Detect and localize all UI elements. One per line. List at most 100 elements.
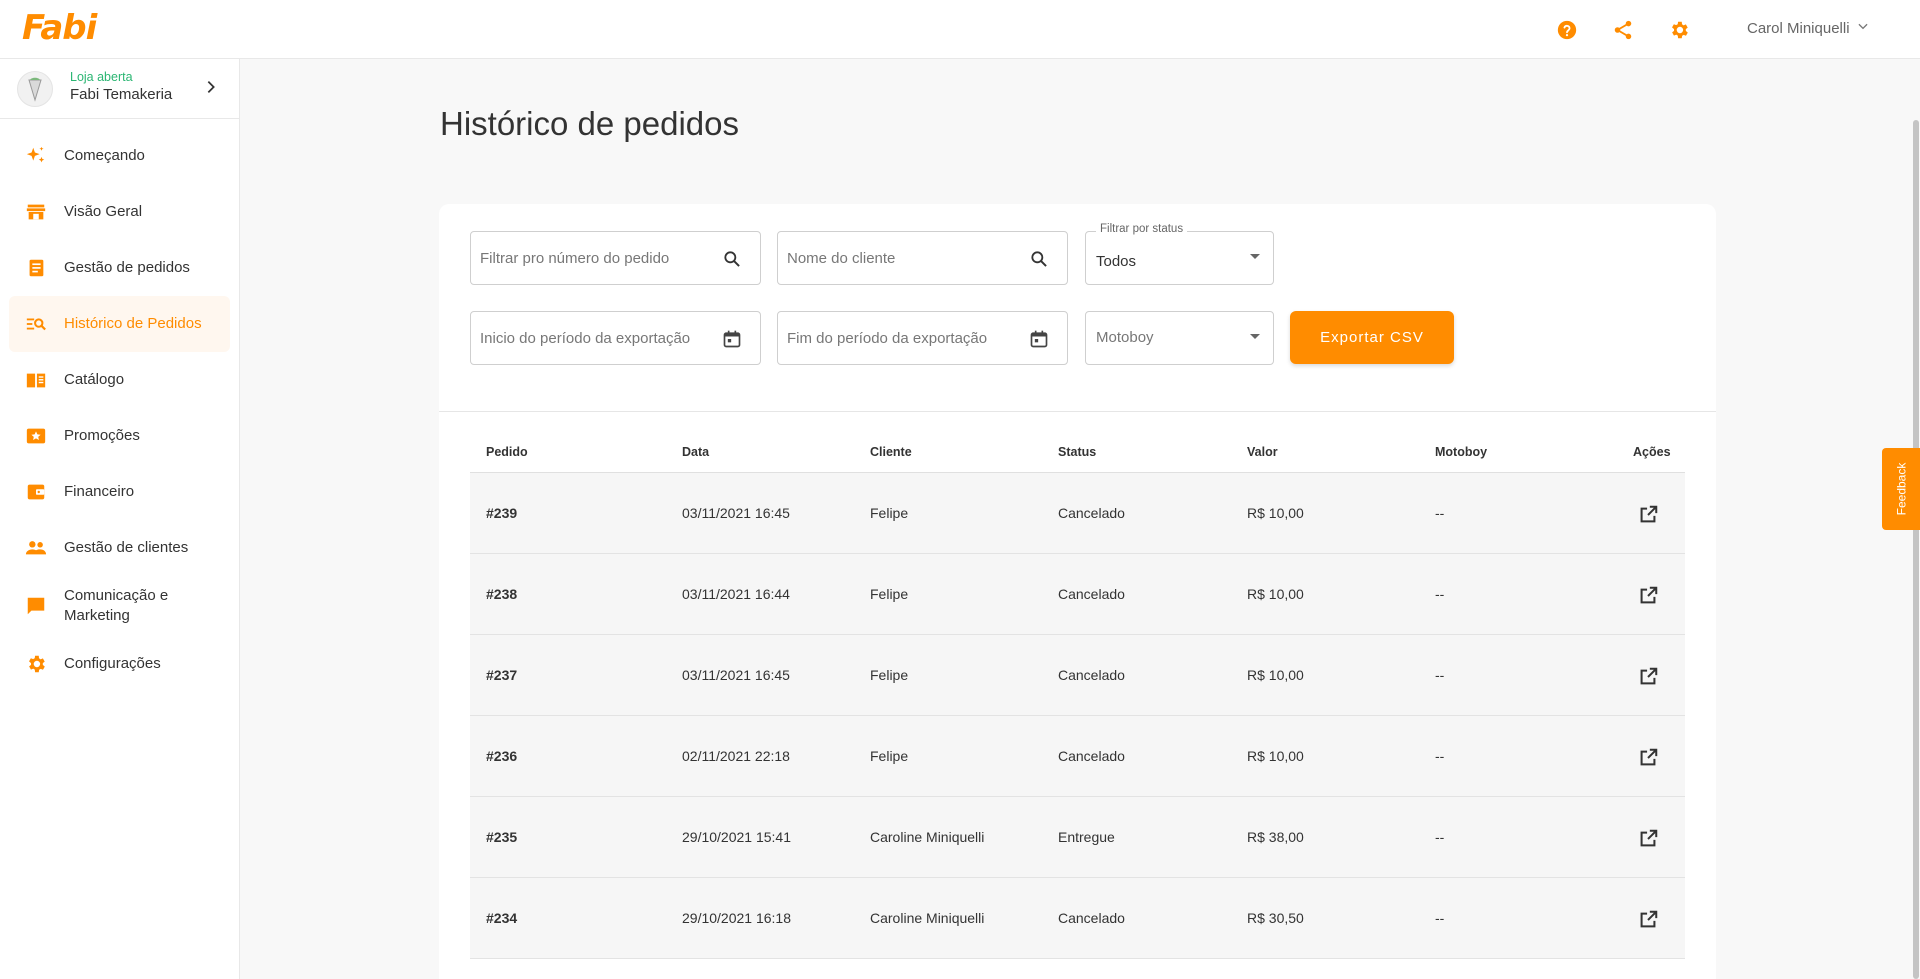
sidebar: Loja aberta Fabi Temakeria Começando Vis…	[0, 59, 240, 979]
open-in-new-icon[interactable]	[1636, 503, 1660, 527]
book-icon	[24, 368, 48, 392]
table-row[interactable]: #239 03/11/2021 16:45 Felipe Cancelado R…	[470, 473, 1685, 554]
order-date: 03/11/2021 16:45	[682, 667, 790, 683]
feedback-tab[interactable]: Feedback	[1882, 448, 1920, 530]
column-header-pedido: Pedido	[486, 445, 528, 459]
order-date: 29/10/2021 15:41	[682, 829, 791, 845]
order-status: Entregue	[1058, 829, 1115, 845]
sidebar-item-label: Financeiro	[64, 483, 135, 500]
settings-icon[interactable]	[1666, 17, 1692, 43]
order-client: Caroline Miniquelli	[870, 829, 985, 845]
column-header-motoboy: Motoboy	[1435, 445, 1488, 459]
open-in-new-icon[interactable]	[1636, 908, 1660, 932]
order-client: Felipe	[870, 667, 909, 683]
share-icon[interactable]	[1610, 17, 1636, 43]
help-icon[interactable]	[1554, 17, 1580, 43]
order-number: #235	[486, 829, 518, 845]
order-status: Cancelado	[1058, 505, 1125, 521]
open-in-new-icon[interactable]	[1636, 665, 1660, 689]
table-row[interactable]: #237 03/11/2021 16:45 Felipe Cancelado R…	[470, 635, 1685, 716]
orders-table: Pedido Data Cliente Status Valor Motoboy…	[470, 431, 1685, 959]
sidebar-item-historico[interactable]: Histórico de Pedidos	[9, 296, 230, 352]
store-avatar	[17, 71, 53, 107]
sidebar-nav: Começando Visão Geral Gestão de pedidos …	[0, 119, 239, 692]
order-value: R$ 10,00	[1247, 505, 1304, 521]
order-number-input[interactable]	[471, 232, 760, 284]
order-motoboy: --	[1435, 505, 1445, 521]
sidebar-item-financeiro[interactable]: Financeiro	[9, 464, 230, 520]
start-period-filter	[470, 311, 761, 365]
wallet-icon	[24, 480, 48, 504]
sidebar-item-visao-geral[interactable]: Visão Geral	[9, 184, 230, 240]
end-period-filter	[777, 311, 1068, 365]
open-in-new-icon[interactable]	[1636, 584, 1660, 608]
scrollbar-thumb[interactable]	[1913, 120, 1919, 979]
orders-icon	[24, 256, 48, 280]
sidebar-item-label: Gestão de clientes	[64, 539, 189, 556]
order-client: Caroline Miniquelli	[870, 910, 985, 926]
store-icon	[24, 200, 48, 224]
table-row[interactable]: #238 03/11/2021 16:44 Felipe Cancelado R…	[470, 554, 1685, 635]
export-csv-button[interactable]: Exportar CSV	[1290, 311, 1454, 364]
order-motoboy: --	[1435, 667, 1445, 683]
order-value: R$ 10,00	[1247, 667, 1304, 683]
client-name-input[interactable]	[778, 232, 1067, 284]
user-name: Carol Miniquelli	[1747, 19, 1850, 37]
table-header: Pedido Data Cliente Status Valor Motoboy…	[470, 431, 1685, 473]
status-select-label: Filtrar por status	[1096, 223, 1188, 235]
order-value: R$ 38,00	[1247, 829, 1304, 845]
user-menu[interactable]: Carol Miniquelli	[1747, 19, 1870, 37]
column-header-valor: Valor	[1247, 445, 1278, 459]
order-status: Cancelado	[1058, 910, 1125, 926]
star-ticket-icon	[24, 424, 48, 448]
order-motoboy: --	[1435, 586, 1445, 602]
store-name: Fabi Temakeria	[70, 86, 173, 103]
sidebar-item-gestao-clientes[interactable]: Gestão de clientes	[9, 520, 230, 576]
column-header-acoes: Ações	[1633, 445, 1671, 459]
sidebar-item-label: Começando	[64, 147, 145, 164]
column-header-status: Status	[1058, 445, 1097, 459]
sidebar-item-configuracoes[interactable]: Configurações	[9, 636, 230, 692]
caret-down-icon	[1250, 254, 1260, 259]
sidebar-item-label: Promoções	[64, 427, 140, 444]
motoboy-select-value: Motoboy	[1096, 329, 1154, 346]
table-row[interactable]: #234 29/10/2021 16:18 Caroline Miniquell…	[470, 878, 1685, 959]
order-number: #239	[486, 505, 518, 521]
sidebar-item-label: Gestão de pedidos	[64, 259, 190, 276]
sidebar-item-gestao-pedidos[interactable]: Gestão de pedidos	[9, 240, 230, 296]
start-period-input[interactable]	[471, 312, 760, 364]
sidebar-item-comecando[interactable]: Começando	[9, 128, 230, 184]
table-row[interactable]: #236 02/11/2021 22:18 Felipe Cancelado R…	[470, 716, 1685, 797]
sidebar-item-catalogo[interactable]: Catálogo	[9, 352, 230, 408]
sidebar-item-promocoes[interactable]: Promoções	[9, 408, 230, 464]
order-value: R$ 10,00	[1247, 586, 1304, 602]
table-row[interactable]: #235 29/10/2021 15:41 Caroline Miniquell…	[470, 797, 1685, 878]
chat-icon	[24, 594, 48, 618]
open-in-new-icon[interactable]	[1636, 746, 1660, 770]
order-client: Felipe	[870, 586, 909, 602]
store-selector[interactable]: Loja aberta Fabi Temakeria	[0, 59, 239, 119]
chevron-down-icon	[1856, 19, 1870, 37]
sidebar-item-label: Comunicação e Marketing	[64, 587, 169, 624]
open-in-new-icon[interactable]	[1636, 827, 1660, 851]
order-number: #234	[486, 910, 518, 926]
sidebar-item-label: Configurações	[64, 655, 161, 672]
sidebar-item-comunicacao[interactable]: Comunicação e Marketing	[9, 576, 230, 636]
order-client: Felipe	[870, 505, 909, 521]
brand-logo[interactable]: Fabi	[22, 8, 97, 48]
store-status: Loja aberta	[70, 70, 133, 84]
order-motoboy: --	[1435, 910, 1445, 926]
motoboy-select[interactable]: Motoboy	[1085, 311, 1274, 365]
people-icon	[24, 536, 48, 560]
order-number: #237	[486, 667, 518, 683]
feedback-label: Feedback	[1894, 462, 1909, 516]
sidebar-item-label: Visão Geral	[64, 203, 143, 220]
status-select[interactable]: Filtrar por status Todos	[1085, 223, 1274, 285]
status-select-value: Todos	[1096, 253, 1137, 270]
order-value: R$ 10,00	[1247, 748, 1304, 764]
orders-card: Filtrar por status Todos Motoboy Exporta…	[439, 204, 1716, 979]
order-number: #238	[486, 586, 518, 602]
order-number-filter	[470, 231, 761, 285]
order-number: #236	[486, 748, 518, 764]
end-period-input[interactable]	[778, 312, 1067, 364]
